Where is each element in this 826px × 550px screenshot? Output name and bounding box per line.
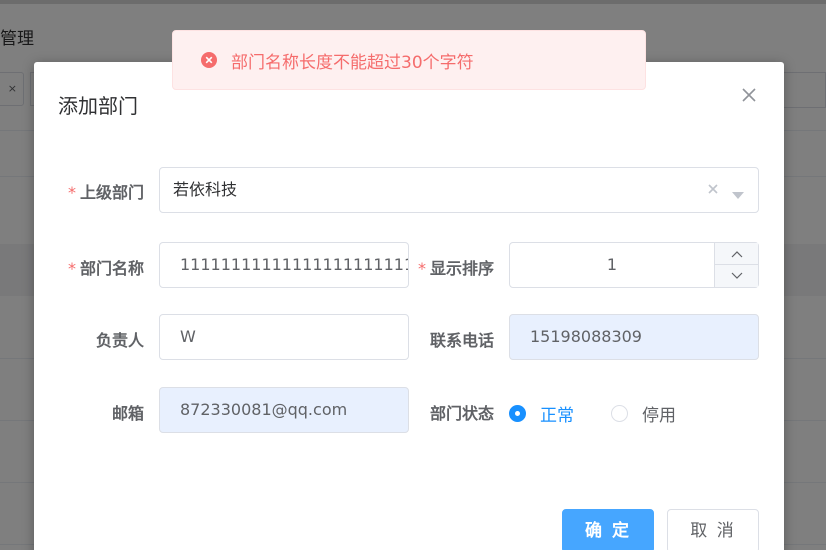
error-message: 部门名称长度不能超过30个字符: [172, 30, 646, 90]
status-label: 部门状态: [429, 404, 494, 423]
chevron-down-icon: [731, 272, 743, 279]
email-input[interactable]: 872330081@qq.com: [159, 387, 409, 433]
status-radio-normal[interactable]: 正常: [509, 401, 574, 426]
phone-label: 联系电话: [429, 331, 494, 350]
radio-label: 正常: [540, 406, 574, 426]
sort-order-stepper[interactable]: 1: [509, 242, 759, 288]
dept-name-label: * 部门名称: [67, 259, 144, 278]
error-circle-icon: [201, 52, 217, 68]
parent-dept-label: * 上级部门: [67, 183, 144, 202]
sort-order-value[interactable]: 1: [510, 243, 714, 287]
radio-checked-icon: [509, 405, 526, 422]
phone-input[interactable]: 15198088309: [509, 314, 759, 360]
error-message-text: 部门名称长度不能超过30个字符: [231, 52, 474, 73]
add-department-dialog: 添加部门 * 上级部门 若依科技 * 部门名称 111111111111111111…: [34, 62, 784, 550]
dept-name-input[interactable]: 1111111111111111111111111111111111: [159, 242, 409, 288]
decrease-button[interactable]: [715, 265, 759, 287]
increase-button[interactable]: [715, 243, 759, 265]
dialog-title: 添加部门: [58, 94, 138, 118]
close-icon[interactable]: [740, 86, 758, 104]
parent-dept-select[interactable]: 若依科技: [159, 167, 759, 213]
leader-input[interactable]: W: [159, 314, 409, 360]
clear-icon[interactable]: [706, 181, 720, 195]
status-radio-disabled[interactable]: 停用: [611, 401, 676, 426]
caret-down-icon[interactable]: [732, 185, 744, 199]
sort-order-label: * 显示排序: [417, 259, 494, 278]
confirm-button[interactable]: 确 定: [562, 509, 654, 550]
radio-label: 停用: [642, 406, 676, 426]
chevron-up-icon: [731, 250, 743, 257]
radio-unchecked-icon: [611, 405, 628, 422]
email-label: 邮箱: [111, 404, 144, 423]
stepper-controls: [714, 243, 759, 287]
leader-label: 负责人: [95, 331, 144, 350]
cancel-button[interactable]: 取 消: [667, 509, 759, 550]
